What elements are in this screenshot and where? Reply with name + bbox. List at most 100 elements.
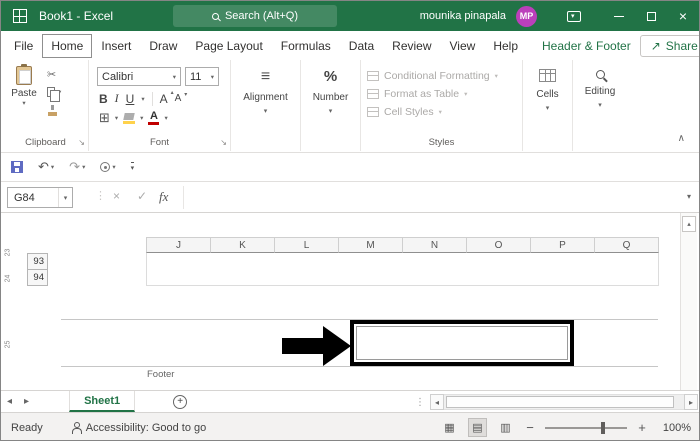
copy-button[interactable]: ▾ <box>47 86 61 102</box>
horizontal-scrollbar[interactable] <box>444 394 684 410</box>
column-header[interactable]: N <box>402 237 467 253</box>
enter-button[interactable]: ✓ <box>137 190 147 202</box>
number-group-button[interactable]: % Number ▾ <box>301 60 361 151</box>
qat-extra-button[interactable]: ▾ <box>100 162 116 172</box>
row-header[interactable]: 94 <box>27 269 48 286</box>
horizontal-scroll-thumb[interactable] <box>446 396 674 408</box>
maximize-button[interactable] <box>635 1 667 31</box>
format-as-table-button[interactable]: Format as Table ▾ <box>367 86 467 102</box>
insert-function-button[interactable]: fx <box>159 189 168 205</box>
bold-button[interactable]: B <box>99 92 108 106</box>
grid-cell[interactable] <box>338 269 403 286</box>
grid-cell[interactable] <box>210 253 275 270</box>
cut-button[interactable]: ✂ <box>47 68 61 81</box>
column-header[interactable]: L <box>274 237 339 253</box>
row-header[interactable]: 93 <box>27 253 48 270</box>
tab-formulas[interactable]: Formulas <box>272 34 340 58</box>
tab-review[interactable]: Review <box>383 34 440 58</box>
search-box[interactable]: Search (Alt+Q) <box>173 5 337 27</box>
underline-button[interactable]: U <box>126 92 135 106</box>
zoom-in-button[interactable]: + <box>636 420 648 435</box>
share-button[interactable]: ↗ Share <box>639 34 699 57</box>
column-header[interactable]: K <box>210 237 275 253</box>
scroll-right-button[interactable]: ▸ <box>684 394 698 410</box>
tab-view[interactable]: View <box>441 34 485 58</box>
name-box[interactable]: G84 ▾ <box>7 187 73 208</box>
grid-cell[interactable] <box>530 269 595 286</box>
tab-header-footer[interactable]: Header & Footer <box>533 34 640 58</box>
column-header[interactable]: M <box>338 237 403 253</box>
grid-cell[interactable] <box>466 269 531 286</box>
collapse-ribbon-button[interactable]: ∧ <box>678 133 685 144</box>
zoom-out-button[interactable]: − <box>524 420 536 435</box>
tab-data[interactable]: Data <box>340 34 383 58</box>
add-sheet-button[interactable]: + <box>173 394 188 409</box>
expand-formula-bar-icon[interactable]: ▾ <box>687 192 691 201</box>
column-header[interactable]: P <box>530 237 595 253</box>
clipboard-dialog-launcher[interactable]: ↘ <box>78 138 85 147</box>
grid-cell[interactable] <box>402 269 467 286</box>
close-button[interactable]: × <box>667 1 699 31</box>
zoom-slider[interactable] <box>545 421 627 434</box>
sheet-tab-sheet1[interactable]: Sheet1 <box>69 391 136 412</box>
center-footer-section[interactable] <box>356 326 568 360</box>
tab-insert[interactable]: Insert <box>92 34 140 58</box>
minimize-button[interactable] <box>603 1 635 31</box>
column-header[interactable]: J <box>146 237 211 253</box>
alignment-group-button[interactable]: ≡ Alignment ▾ <box>231 60 301 151</box>
previous-sheet-button[interactable]: ◂ <box>1 396 18 407</box>
tab-page-layout[interactable]: Page Layout <box>186 34 271 58</box>
formula-input[interactable] <box>183 186 675 209</box>
tab-home[interactable]: Home <box>42 33 93 58</box>
zoom-slider-thumb[interactable] <box>601 421 605 434</box>
editing-group-button[interactable]: Editing ▾ <box>573 60 627 151</box>
grid-cell[interactable] <box>146 269 211 286</box>
view-page-break-button[interactable]: ▥ <box>496 418 515 437</box>
grid-cell[interactable] <box>274 269 339 286</box>
ribbon-display-options-icon[interactable] <box>567 10 581 22</box>
accessibility-status[interactable]: Accessibility: Good to go <box>71 421 206 434</box>
customize-qat-button[interactable]: ▾ <box>130 162 135 172</box>
grid-cell[interactable] <box>594 253 659 270</box>
conditional-formatting-button[interactable]: Conditional Formatting ▾ <box>367 68 498 84</box>
grid-cell[interactable] <box>402 253 467 270</box>
cancel-button[interactable]: × <box>113 190 120 202</box>
scroll-up-button[interactable]: ▴ <box>682 216 696 232</box>
grid-cell[interactable] <box>274 253 339 270</box>
redo-button[interactable]: ↷ ▾ <box>69 160 85 173</box>
column-header[interactable]: O <box>466 237 531 253</box>
vertical-scrollbar[interactable]: ▴ <box>680 213 697 390</box>
font-dialog-launcher[interactable]: ↘ <box>220 138 227 147</box>
avatar[interactable]: MP <box>516 5 537 27</box>
grid-cell[interactable] <box>466 253 531 270</box>
font-size-select[interactable]: 11 ▾ <box>185 67 219 86</box>
grow-font-button[interactable]: A <box>160 89 174 106</box>
save-button[interactable] <box>11 161 23 173</box>
scroll-left-button[interactable]: ◂ <box>430 394 444 410</box>
borders-icon[interactable]: ⊞ <box>99 111 110 124</box>
view-normal-button[interactable]: ▦ <box>440 418 459 437</box>
format-painter-button[interactable] <box>47 104 61 116</box>
grid-cell[interactable] <box>594 269 659 286</box>
grid-cell[interactable] <box>338 253 403 270</box>
next-sheet-button[interactable]: ▸ <box>18 396 35 407</box>
font-color-button[interactable]: A <box>148 111 160 125</box>
view-page-layout-button[interactable]: ▤ <box>468 418 487 437</box>
tab-file[interactable]: File <box>5 34 42 58</box>
cell-styles-button[interactable]: Cell Styles ▾ <box>367 104 442 120</box>
tab-draw[interactable]: Draw <box>140 34 186 58</box>
grid-cell[interactable] <box>146 253 211 270</box>
tab-split-handle[interactable]: ⋮ <box>415 397 425 408</box>
fill-color-button[interactable] <box>123 112 136 124</box>
cells-group-button[interactable]: Cells ▾ <box>523 60 573 151</box>
italic-button[interactable]: I <box>115 91 119 106</box>
tab-help[interactable]: Help <box>484 34 527 58</box>
column-header[interactable]: Q <box>594 237 659 253</box>
grid-cell[interactable] <box>210 269 275 286</box>
paste-button[interactable]: Paste ▾ <box>6 64 42 107</box>
font-name-select[interactable]: Calibri ▾ <box>97 67 181 86</box>
zoom-level[interactable]: 100% <box>657 422 691 434</box>
grid-cell[interactable] <box>530 253 595 270</box>
shrink-font-button[interactable]: A <box>175 91 187 104</box>
undo-button[interactable]: ↶ ▾ <box>38 160 54 173</box>
